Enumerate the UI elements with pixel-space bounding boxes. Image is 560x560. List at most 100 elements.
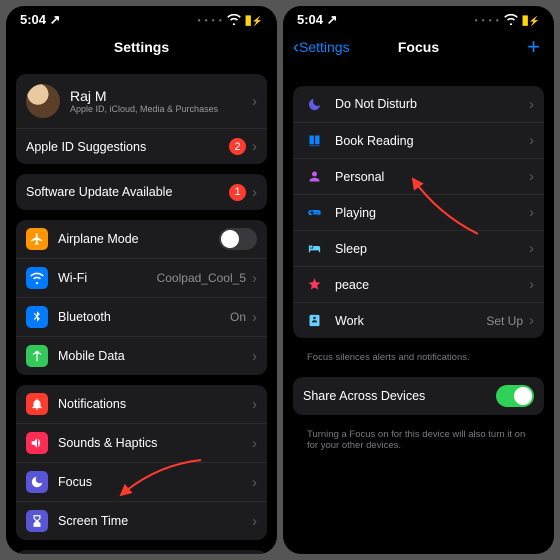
- bell-icon: [26, 393, 48, 415]
- chevron-right-icon: ›: [529, 276, 534, 293]
- wifi-icon: [227, 13, 241, 28]
- share-across-devices-row[interactable]: Share Across Devices: [293, 377, 544, 415]
- row-label: Playing: [335, 206, 527, 220]
- work-detail: Set Up: [486, 314, 523, 328]
- screen-time-row[interactable]: Screen Time ›: [16, 501, 267, 540]
- status-bar: 5:04 ↗ • • • • ▮⚡: [283, 6, 554, 30]
- badge-icon: [303, 313, 325, 328]
- row-label: Do Not Disturb: [335, 97, 527, 111]
- row-label: Sleep: [335, 242, 527, 256]
- modes-footer: Focus silences alerts and notifications.: [293, 348, 544, 363]
- row-label: Notifications: [58, 397, 250, 411]
- bluetooth-icon: [26, 306, 48, 328]
- focus-mode-book[interactable]: Book Reading ›: [293, 122, 544, 158]
- status-time: 5:04 ↗: [297, 12, 338, 28]
- wifi-icon: [26, 267, 48, 289]
- status-time: 5:04 ↗: [20, 12, 61, 28]
- chevron-right-icon: ›: [252, 184, 257, 201]
- wifi-row[interactable]: Wi-Fi Coolpad_Cool_5 ›: [16, 258, 267, 297]
- battery-icon: ▮⚡: [522, 12, 540, 28]
- focus-screen: 5:04 ↗ • • • • ▮⚡ ‹ Settings Focus + Do …: [283, 6, 554, 554]
- chevron-right-icon: ›: [252, 435, 257, 452]
- profile-sub: Apple ID, iCloud, Media & Purchases: [70, 104, 250, 114]
- row-label: Book Reading: [335, 134, 527, 148]
- chevron-right-icon: ›: [252, 93, 257, 110]
- chevron-right-icon: ›: [529, 96, 534, 113]
- general-row[interactable]: General ›: [16, 550, 267, 554]
- sounds-row[interactable]: Sounds & Haptics ›: [16, 423, 267, 462]
- nav-bar: ‹ Settings Focus +: [283, 30, 554, 64]
- row-label: Screen Time: [58, 514, 250, 528]
- row-label: Bluetooth: [58, 310, 230, 324]
- row-label: Apple ID Suggestions: [26, 140, 229, 154]
- settings-screen: 5:04 ↗ • • • • ▮⚡ Settings Raj M Apple I…: [6, 6, 277, 554]
- apple-id-row[interactable]: Raj M Apple ID, iCloud, Media & Purchase…: [16, 74, 267, 128]
- chevron-right-icon: ›: [529, 312, 534, 329]
- hourglass-icon: [26, 510, 48, 532]
- chevron-right-icon: ›: [252, 396, 257, 413]
- chevron-right-icon: ›: [252, 138, 257, 155]
- bluetooth-row[interactable]: Bluetooth On ›: [16, 297, 267, 336]
- badge: 2: [229, 138, 246, 155]
- page-title: Focus: [398, 39, 439, 55]
- page-dots: • • • •: [475, 16, 500, 25]
- location-arrow-icon: ↗: [327, 12, 338, 27]
- share-toggle[interactable]: [496, 385, 534, 407]
- mobile-data-row[interactable]: Mobile Data ›: [16, 336, 267, 375]
- apple-id-suggestions-row[interactable]: Apple ID Suggestions 2 ›: [16, 128, 267, 164]
- software-update-row[interactable]: Software Update Available 1 ›: [16, 174, 267, 210]
- chevron-right-icon: ›: [252, 348, 257, 365]
- chevron-right-icon: ›: [252, 513, 257, 530]
- row-label: Software Update Available: [26, 185, 229, 199]
- chevron-right-icon: ›: [529, 132, 534, 149]
- bed-icon: [303, 241, 325, 256]
- chevron-right-icon: ›: [529, 204, 534, 221]
- nav-bar: Settings: [6, 30, 277, 64]
- person-icon: [303, 169, 325, 184]
- wifi-icon: [504, 13, 518, 28]
- add-button[interactable]: +: [527, 36, 540, 58]
- chevron-right-icon: ›: [529, 168, 534, 185]
- star-icon: [303, 277, 325, 292]
- back-button[interactable]: ‹ Settings: [293, 37, 350, 58]
- back-label: Settings: [299, 39, 350, 55]
- chevron-right-icon: ›: [252, 309, 257, 326]
- focus-mode-sleep[interactable]: Sleep ›: [293, 230, 544, 266]
- row-label: Share Across Devices: [303, 389, 496, 403]
- bt-value: On: [230, 310, 246, 324]
- focus-row[interactable]: Focus ›: [16, 462, 267, 501]
- focus-mode-playing[interactable]: Playing ›: [293, 194, 544, 230]
- row-label: peace: [335, 278, 527, 292]
- row-label: Sounds & Haptics: [58, 436, 250, 450]
- airplane-icon: [26, 228, 48, 250]
- page-dots: • • • •: [198, 16, 223, 25]
- profile-name: Raj M: [70, 88, 250, 104]
- avatar: [26, 84, 60, 118]
- battery-icon: ▮⚡: [245, 12, 263, 28]
- focus-mode-personal[interactable]: Personal ›: [293, 158, 544, 194]
- moon-icon: [303, 97, 325, 112]
- row-label: Focus: [58, 475, 250, 489]
- row-label: Mobile Data: [58, 349, 250, 363]
- book-icon: [303, 133, 325, 148]
- gamepad-icon: [303, 205, 325, 220]
- page-title: Settings: [114, 39, 169, 55]
- airplane-toggle[interactable]: [219, 228, 257, 250]
- airplane-mode-row[interactable]: Airplane Mode: [16, 220, 267, 258]
- notifications-row[interactable]: Notifications ›: [16, 385, 267, 423]
- focus-mode-peace[interactable]: peace ›: [293, 266, 544, 302]
- status-bar: 5:04 ↗ • • • • ▮⚡: [6, 6, 277, 30]
- location-arrow-icon: ↗: [50, 12, 61, 27]
- focus-mode-dnd[interactable]: Do Not Disturb ›: [293, 86, 544, 122]
- chevron-right-icon: ›: [252, 270, 257, 287]
- chevron-right-icon: ›: [252, 474, 257, 491]
- speaker-icon: [26, 432, 48, 454]
- row-label: Personal: [335, 170, 527, 184]
- row-label: Work: [335, 314, 486, 328]
- wifi-value: Coolpad_Cool_5: [157, 271, 246, 285]
- badge: 1: [229, 184, 246, 201]
- focus-mode-work[interactable]: Work Set Up ›: [293, 302, 544, 338]
- antenna-icon: [26, 345, 48, 367]
- moon-icon: [26, 471, 48, 493]
- row-label: Wi-Fi: [58, 271, 157, 285]
